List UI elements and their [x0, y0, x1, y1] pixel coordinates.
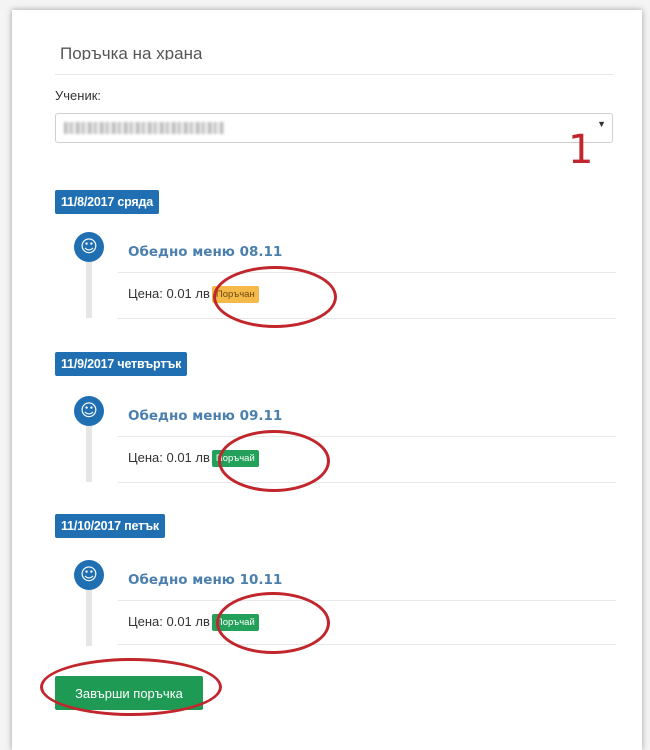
- order-button[interactable]: Поръчай: [211, 450, 259, 468]
- price-text: Цена: 0.01 лв: [128, 614, 210, 629]
- date-badge-1: 11/8/2017 сряда: [55, 190, 159, 214]
- price-text: Цена: 0.01 лв: [128, 450, 210, 465]
- menu-item-3: Обедно меню 10.11 Цена: 0.01 лв Поръчай: [118, 560, 616, 645]
- order-button[interactable]: Поръчай: [211, 614, 259, 632]
- status-ordered-badge: Поръчан: [211, 286, 259, 304]
- student-label: Ученик:: [55, 88, 102, 103]
- menu-name-link[interactable]: Обедно меню 10.11: [128, 572, 282, 588]
- date-badge-3: 11/10/2017 петък: [55, 514, 165, 538]
- student-select[interactable]: ▼: [55, 113, 613, 143]
- smiley-icon: ☺: [74, 396, 104, 426]
- annotation-number: 1: [568, 127, 594, 173]
- smiley-icon: ☺: [74, 560, 104, 590]
- title-divider: [55, 74, 613, 75]
- student-name-blurred: [64, 122, 224, 134]
- smiley-icon: ☺: [74, 232, 104, 262]
- menu-item-2: Обедно меню 09.11 Цена: 0.01 лв Поръчай: [118, 396, 616, 483]
- date-badge-2: 11/9/2017 четвъртък: [55, 352, 188, 376]
- price-row: Цена: 0.01 лв Поръчай: [128, 450, 259, 468]
- menu-name-link[interactable]: Обедно меню 08.11: [128, 244, 282, 260]
- caret-down-icon: ▼: [597, 119, 606, 129]
- price-text: Цена: 0.01 лв: [128, 286, 210, 301]
- menu-divider: [118, 272, 616, 273]
- price-row: Цена: 0.01 лв Поръчай: [128, 614, 259, 632]
- menu-divider: [118, 436, 616, 437]
- page-title: Поръчка на храна: [60, 44, 203, 60]
- menu-name-link[interactable]: Обедно меню 09.11: [128, 408, 282, 424]
- menu-item-1: Обедно меню 08.11 Цена: 0.01 лв Поръчан: [118, 232, 616, 319]
- finish-order-button[interactable]: Завърши поръчка: [55, 676, 203, 710]
- price-row: Цена: 0.01 лв Поръчан: [128, 286, 259, 304]
- menu-divider: [118, 600, 616, 601]
